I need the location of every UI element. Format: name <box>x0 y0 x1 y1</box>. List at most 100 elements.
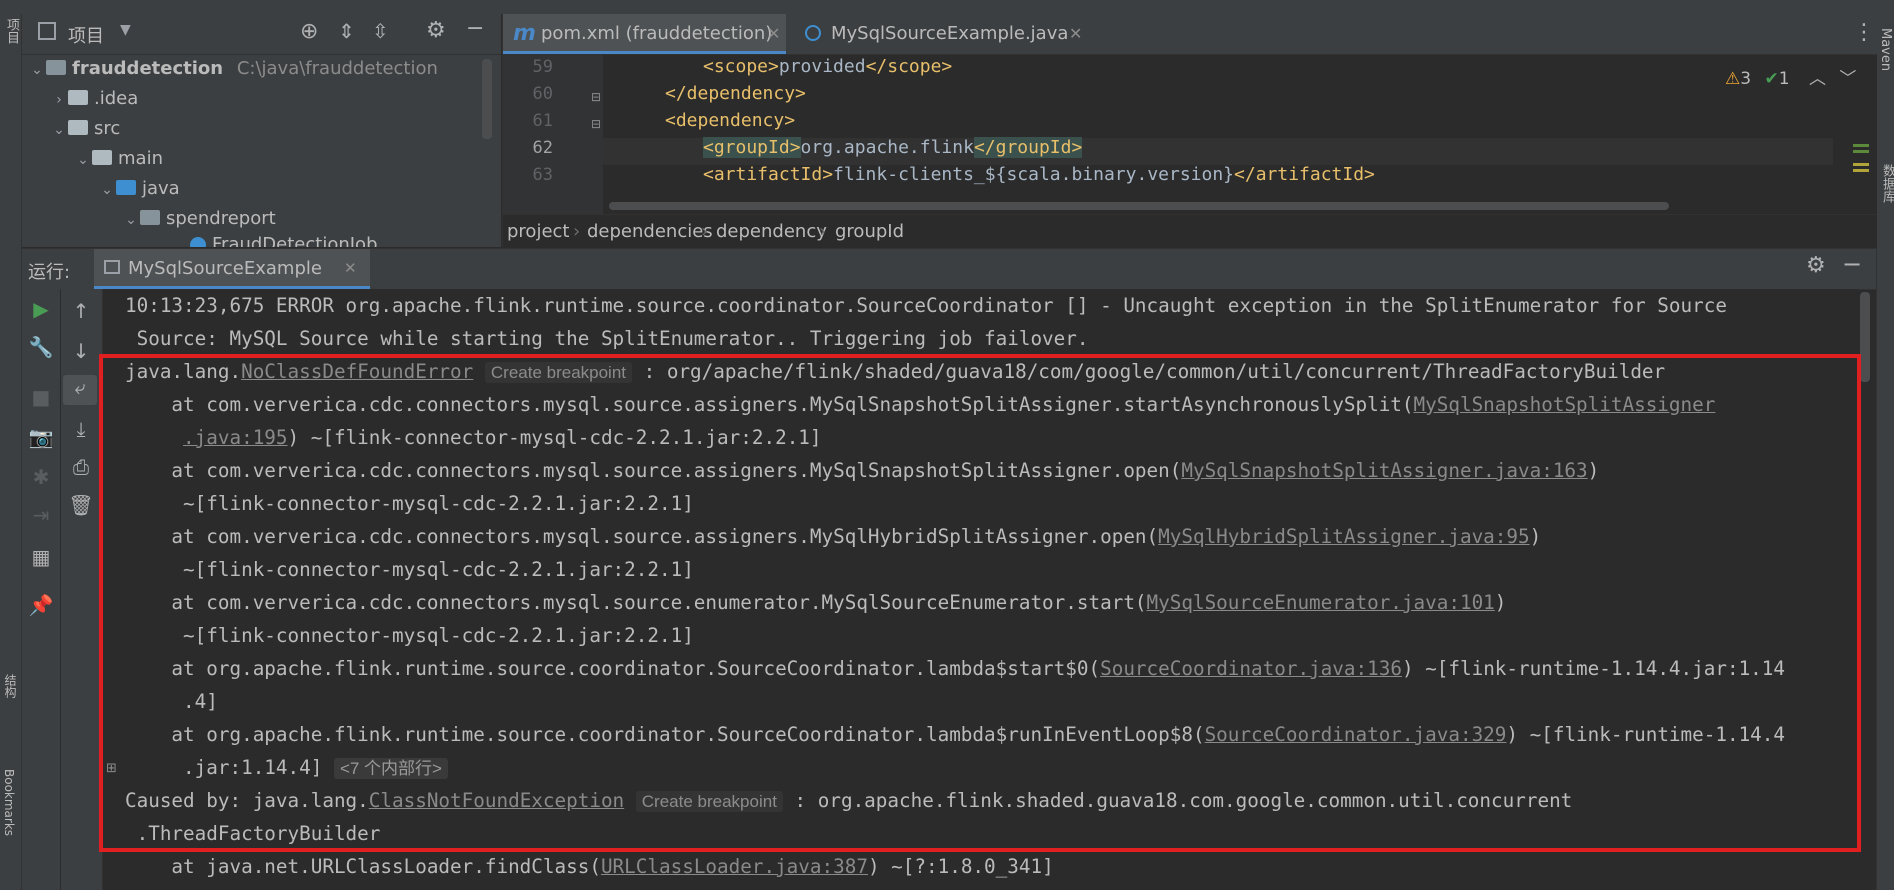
editor-horizontal-scrollbar[interactable] <box>609 202 1669 210</box>
error-highlight-box <box>99 354 1861 852</box>
tab-pom-xml[interactable]: m pom.xml (frauddetection) ✕ <box>503 14 786 54</box>
java-class-icon <box>805 25 821 41</box>
maven-tool-button[interactable]: Maven <box>1878 28 1893 71</box>
code-line-63: <artifactId>flink-clients_${scala.binary… <box>703 164 1375 185</box>
camera-icon[interactable]: 📷 <box>26 425 56 449</box>
tree-item-label: src <box>94 118 121 139</box>
more-options-icon[interactable]: ⋮ <box>1853 20 1875 45</box>
database-tool-button[interactable]: 数据库 <box>1878 164 1894 203</box>
chevron-up-icon[interactable]: ︿ <box>1809 69 1826 89</box>
gear-icon[interactable]: ⚙ <box>426 18 446 43</box>
chevron-down-icon[interactable]: ⌄ <box>28 55 46 85</box>
wrench-icon[interactable]: 🔧 <box>26 335 56 359</box>
code-line-62: <groupId>org.apache.flink</groupId> <box>703 137 1083 158</box>
chevron-right-icon: › <box>701 221 709 242</box>
source-folder-icon <box>116 179 136 195</box>
bookmarks-tool-button[interactable]: Bookmarks <box>2 769 16 836</box>
collapse-all-icon[interactable]: ⇳ <box>372 19 389 43</box>
folder-icon <box>68 119 88 135</box>
fold-marker-icon[interactable]: ⊟ <box>591 90 601 104</box>
breadcrumb-item[interactable]: project <box>507 215 569 248</box>
close-icon[interactable]: ✕ <box>767 14 780 54</box>
gear-icon[interactable]: ⚙ <box>1806 253 1826 278</box>
close-icon[interactable]: ✕ <box>344 259 357 277</box>
line-number: 63 <box>532 165 553 185</box>
chevron-down-icon[interactable]: ﹀ <box>1839 69 1856 89</box>
error-stripe[interactable] <box>1853 144 1869 184</box>
hide-panel-icon[interactable]: − <box>466 16 484 41</box>
locate-icon[interactable]: ⊕ <box>300 19 318 44</box>
project-panel: 项目 ▼ ⊕ ⇕ ⇳ ⚙ − ⌄ frauddetection C:\java\f… <box>22 14 501 247</box>
tree-item-label: spendreport <box>166 208 276 229</box>
tree-item-main[interactable]: ⌄ main <box>74 144 163 174</box>
chevron-down-icon[interactable]: ⌄ <box>74 145 92 175</box>
tree-item-label: FraudDetectionJob <box>212 234 378 247</box>
tree-item-src[interactable]: ⌄ src <box>50 114 120 144</box>
exit-icon[interactable]: ⇥ <box>26 503 56 527</box>
project-panel-title: 项目 <box>68 26 104 47</box>
project-panel-header: 项目 ▼ ⊕ ⇕ ⇳ ⚙ − <box>22 14 501 55</box>
code-line-60: </dependency> <box>665 83 806 104</box>
text: ) ~[?:1.8.0_341] <box>867 855 1054 878</box>
chevron-down-icon[interactable]: ⌄ <box>50 115 68 145</box>
fold-marker-icon[interactable]: ⊟ <box>591 117 601 131</box>
close-icon[interactable]: ✕ <box>1069 14 1082 54</box>
tree-item-idea[interactable]: › .idea <box>50 84 138 114</box>
chevron-right-icon: › <box>819 221 827 242</box>
package-icon <box>140 209 160 225</box>
pin-icon[interactable]: 📌 <box>26 593 56 617</box>
check-icon: ✔ <box>1764 69 1779 89</box>
layout-icon[interactable]: ▦ <box>26 545 56 569</box>
chevron-right-icon[interactable]: › <box>50 85 68 115</box>
editor-area: m pom.xml (frauddetection) ✕ MySqlSource… <box>502 14 1877 248</box>
debug-icon[interactable]: ✱ <box>26 465 56 489</box>
ok-count: 1 <box>1778 69 1790 89</box>
line-number: 60 <box>532 84 553 104</box>
warning-count: 3 <box>1740 69 1752 89</box>
chevron-down-icon[interactable]: ⌄ <box>122 205 140 235</box>
tree-item-root[interactable]: ⌄ frauddetection C:\java\frauddetection <box>28 54 438 84</box>
breadcrumb-item[interactable]: dependency <box>716 215 827 248</box>
soft-wrap-icon[interactable]: ⤶ <box>63 375 97 405</box>
stop-icon[interactable]: ■ <box>26 385 56 409</box>
source-link[interactable]: URLClassLoader.java:387 <box>601 855 868 878</box>
module-folder-icon <box>46 59 66 75</box>
folder-icon <box>68 89 88 105</box>
xml-text: flink-clients_${scala.binary.version} <box>833 164 1235 185</box>
rerun-icon[interactable]: ▶ <box>26 297 56 321</box>
chevron-down-icon[interactable]: ⌄ <box>98 175 116 205</box>
console-scrollbar[interactable] <box>1860 292 1870 382</box>
trash-icon[interactable]: 🗑 <box>66 493 96 517</box>
run-config-tab[interactable]: MySqlSourceExample ✕ <box>94 249 370 289</box>
tab-label: pom.xml (frauddetection) <box>541 23 773 44</box>
project-scrollbar[interactable] <box>482 59 492 139</box>
hide-panel-icon[interactable]: − <box>1842 250 1862 278</box>
line-number: 59 <box>532 57 553 77</box>
line-number: 61 <box>532 111 553 131</box>
tree-item-frauddetectionjob[interactable]: FraudDetectionJob <box>190 230 378 247</box>
chevron-down-icon[interactable]: ▼ <box>120 22 131 38</box>
xml-tag: </groupId> <box>973 137 1083 158</box>
arrow-up-icon[interactable]: ↑ <box>66 299 96 323</box>
xml-tag: </scope> <box>865 56 953 77</box>
right-tool-strip: Maven 数据库 <box>1876 14 1894 890</box>
project-tool-button[interactable]: 项目 <box>2 18 21 44</box>
folder-icon <box>92 149 112 165</box>
structure-tool-button[interactable]: 结构 <box>2 674 19 698</box>
tree-item-java[interactable]: ⌄ java <box>98 174 180 204</box>
tree-item-label: frauddetection <box>72 58 224 79</box>
expand-all-icon[interactable]: ⇕ <box>338 19 355 43</box>
print-icon[interactable]: ⎙ <box>66 455 96 479</box>
code-line-61: <dependency> <box>665 110 795 131</box>
breadcrumb-item[interactable]: groupId <box>835 215 904 248</box>
xml-text: provided <box>778 56 866 77</box>
class-icon <box>190 237 206 247</box>
inspection-widget[interactable]: ⚠3 ✔1 ︿ ﹀ <box>1725 64 1856 89</box>
arrow-down-icon[interactable]: ↓ <box>66 339 96 363</box>
scroll-to-end-icon[interactable]: ⤓ <box>66 417 96 441</box>
xml-tag: <scope> <box>703 56 779 77</box>
run-tool-header: 运行: MySqlSourceExample ✕ ⚙ − <box>22 248 1876 290</box>
xml-tag: </artifactId> <box>1234 164 1375 185</box>
breadcrumb-item[interactable]: dependencies <box>587 215 713 248</box>
tab-mysqlsourceexample[interactable]: MySqlSourceExample.java ✕ <box>799 14 1089 54</box>
